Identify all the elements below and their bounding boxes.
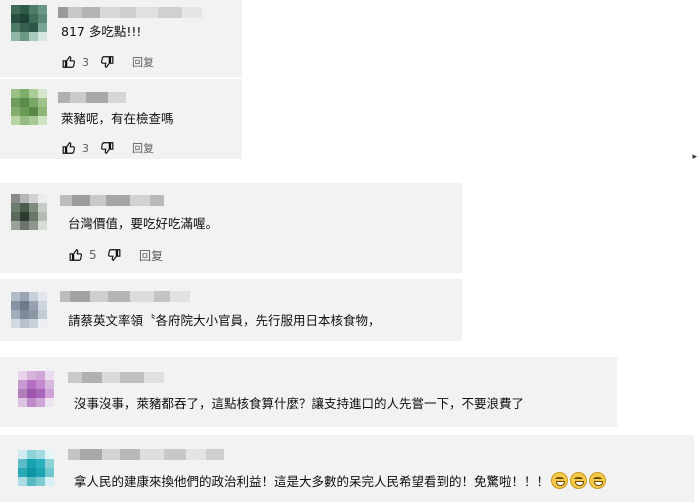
avatar[interactable]: [11, 5, 47, 41]
comment-text: 沒事沒事，萊豬都吞了，這點核食算什麼？讓支持進口的人先嘗一下，不要浪費了: [74, 396, 525, 411]
avatar[interactable]: [11, 194, 47, 230]
grinning-face-icon: [570, 472, 588, 489]
like-count: 3: [82, 141, 89, 155]
avatar[interactable]: [11, 89, 47, 125]
commenter-name-redacted[interactable]: [60, 195, 164, 206]
comment-card-3: 台灣價值，要吃好吃滿喔。 5 回复: [0, 183, 462, 273]
avatar[interactable]: [18, 450, 54, 486]
thumb-up-icon[interactable]: [62, 141, 76, 155]
comment-card-1: 817 多吃點!!! 3 回复: [0, 0, 242, 77]
commenter-name-redacted[interactable]: [60, 291, 190, 302]
thumb-down-icon[interactable]: [107, 248, 121, 262]
comment-card-2: 萊豬呢，有在檢查嗎 3 回复: [0, 79, 242, 159]
grinning-face-icon: [589, 472, 607, 489]
comment-actions: 5 回复: [69, 247, 163, 263]
commenter-name-redacted[interactable]: [68, 372, 164, 383]
comment-card-5: 沒事沒事，萊豬都吞了，這點核食算什麼？讓支持進口的人先嘗一下，不要浪費了: [0, 357, 617, 427]
comment-text: 817 多吃點!!!: [61, 24, 142, 39]
commenter-name-redacted[interactable]: [58, 7, 202, 18]
comment-card-4: 請蔡英文率領〝各府院大小官員，先行服用日本核食物，: [0, 279, 462, 341]
comment-card-6: 拿人民的建康來換他們的政治利益！這是大多數的呆完人民希望看到的！免驚啦！！！: [0, 435, 694, 502]
comment-actions: 3 回复: [62, 140, 154, 156]
thumb-down-icon[interactable]: [100, 55, 114, 69]
commenter-name-redacted[interactable]: [68, 449, 224, 460]
comment-text: 萊豬呢，有在檢查嗎: [61, 111, 174, 126]
comment-actions: 3 回复: [62, 54, 154, 70]
reply-button[interactable]: 回复: [132, 140, 154, 156]
like-count: 3: [82, 55, 89, 69]
comment-text: 請蔡英文率領〝各府院大小官員，先行服用日本核食物，: [68, 313, 381, 328]
reply-button[interactable]: 回复: [132, 54, 154, 70]
like-count: 5: [89, 248, 97, 262]
cursor-indicator: ▸: [692, 152, 697, 162]
thumb-up-icon[interactable]: [62, 55, 76, 69]
comment-text: 台灣價值，要吃好吃滿喔。: [68, 216, 219, 231]
thumb-up-icon[interactable]: [69, 248, 83, 262]
comment-text-row: 拿人民的建康來換他們的政治利益！這是大多數的呆完人民希望看到的！免驚啦！！！: [74, 472, 607, 490]
reply-button[interactable]: 回复: [139, 247, 163, 264]
commenter-name-redacted[interactable]: [58, 92, 126, 103]
avatar[interactable]: [11, 292, 47, 328]
thumb-down-icon[interactable]: [100, 141, 114, 155]
comment-text: 拿人民的建康來換他們的政治利益！這是大多數的呆完人民希望看到的！免驚啦！！！: [74, 474, 550, 489]
avatar[interactable]: [18, 371, 54, 407]
grinning-face-icon: [551, 472, 569, 489]
